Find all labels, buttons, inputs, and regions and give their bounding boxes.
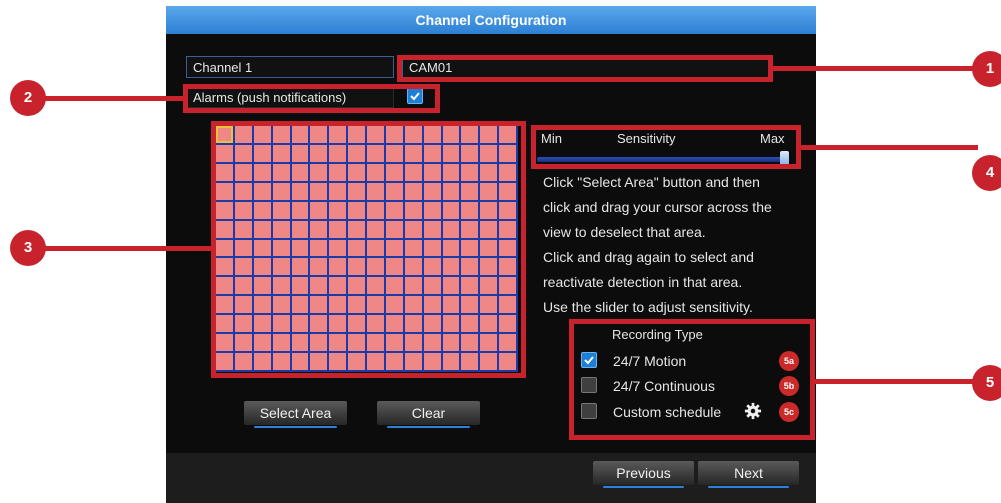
- leader-line-1: [773, 66, 978, 71]
- next-button[interactable]: Next: [698, 461, 799, 488]
- leader-line-3: [40, 246, 211, 251]
- highlight-camera-name: [397, 55, 773, 82]
- highlight-grid: [211, 121, 526, 378]
- callout-2: 2: [10, 80, 46, 116]
- instruction-line: click and drag your cursor across the: [543, 199, 772, 215]
- callout-1: 1: [972, 51, 1001, 87]
- highlight-recording-type: [569, 319, 815, 440]
- leader-line-2: [40, 96, 183, 101]
- instruction-line: Use the slider to adjust sensitivity.: [543, 299, 753, 315]
- select-area-button[interactable]: Select Area: [244, 401, 347, 428]
- clear-button[interactable]: Clear: [377, 401, 480, 428]
- callout-3: 3: [10, 230, 46, 266]
- highlight-alarms: [183, 84, 440, 113]
- leader-line-4: [801, 145, 978, 150]
- callout-5: 5: [972, 365, 1001, 401]
- callout-4: 4: [972, 155, 1001, 191]
- highlight-sensitivity: [531, 125, 801, 169]
- instruction-line: Click and drag again to select and: [543, 249, 754, 265]
- leader-line-5: [815, 379, 978, 384]
- instruction-line: reactivate detection in that area.: [543, 274, 743, 290]
- instruction-line: view to deselect that area.: [543, 224, 706, 240]
- instruction-line: Click "Select Area" button and then: [543, 174, 760, 190]
- previous-button[interactable]: Previous: [593, 461, 694, 488]
